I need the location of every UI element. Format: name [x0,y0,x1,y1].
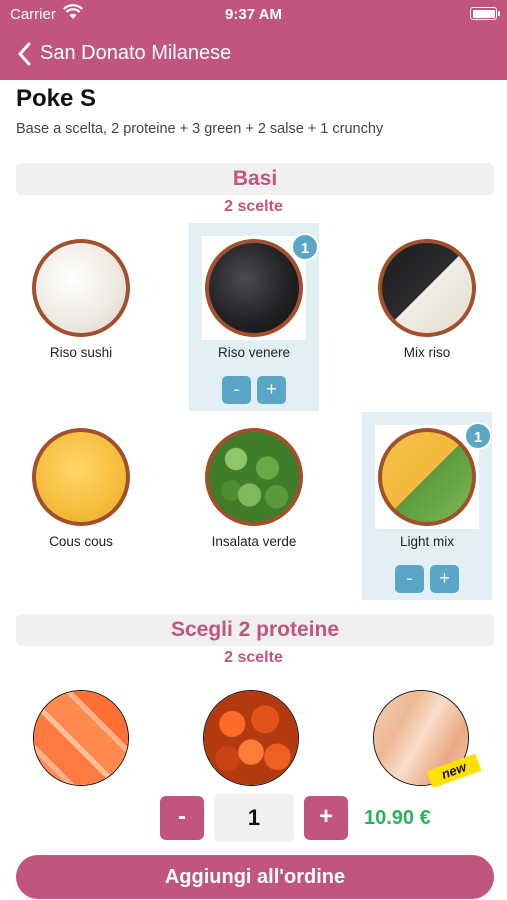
product-description: Base a scelta, 2 proteine + 3 green + 2 … [16,121,384,137]
item-label: Mix riso [403,345,451,360]
section-subtitle-basi: 2 scelte [224,198,283,215]
item-label: Light mix [399,534,455,549]
quantity-increase-button[interactable]: + [304,796,348,840]
section-header-basi: Basi [16,163,494,195]
nav-title[interactable]: San Donato Milanese [40,42,231,65]
section-header-proteine: Scegli 2 proteine [16,614,494,646]
clock: 9:37 AM [225,6,282,23]
battery-icon [470,7,500,20]
quantity-stepper: - + [395,565,459,593]
item-label: Cous cous [49,534,113,549]
base-item-light-mix[interactable]: 1 Light mix - + [362,412,492,600]
base-item-mix-riso[interactable]: Mix riso [362,223,492,411]
decrease-button[interactable]: - [395,565,424,593]
increase-button[interactable]: + [257,376,286,404]
insalata-verde-image [202,425,306,529]
protein-salmone-spicy-image[interactable] [203,690,299,786]
price-label: 10.90 € [364,807,431,829]
base-item-insalata-verde[interactable]: Insalata verde [189,412,319,600]
riso-sushi-image [29,236,133,340]
protein-salmone-image[interactable] [33,690,129,786]
quantity-stepper: - + [222,376,286,404]
selection-count-badge: 1 [291,233,319,261]
status-bar: Carrier 9:37 AM [0,0,507,30]
base-item-riso-sushi[interactable]: Riso sushi [16,223,146,411]
quantity-decrease-button[interactable]: - [160,796,204,840]
cous-cous-image [29,425,133,529]
base-item-riso-venere[interactable]: 1 Riso venere - + [189,223,319,411]
order-bar: - 1 + 10.90 € Aggiungi all'ordine [0,787,507,900]
light-mix-image [375,425,479,529]
back-chevron-icon[interactable] [14,40,38,68]
increase-button[interactable]: + [430,565,459,593]
riso-venere-image [202,236,306,340]
decrease-button[interactable]: - [222,376,251,404]
selection-count-badge: 1 [464,422,492,450]
nav-bar: San Donato Milanese [0,30,507,80]
add-to-order-button[interactable]: Aggiungi all'ordine [16,855,494,899]
mix-riso-image [375,236,479,340]
product-title: Poke S [16,85,97,112]
item-label: Insalata verde [211,534,297,549]
section-subtitle-proteine: 2 scelte [224,649,283,666]
item-label: Riso sushi [49,345,113,360]
base-item-cous-cous[interactable]: Cous cous [16,412,146,600]
quantity-value: 1 [214,794,294,842]
item-label: Riso venere [217,345,291,360]
